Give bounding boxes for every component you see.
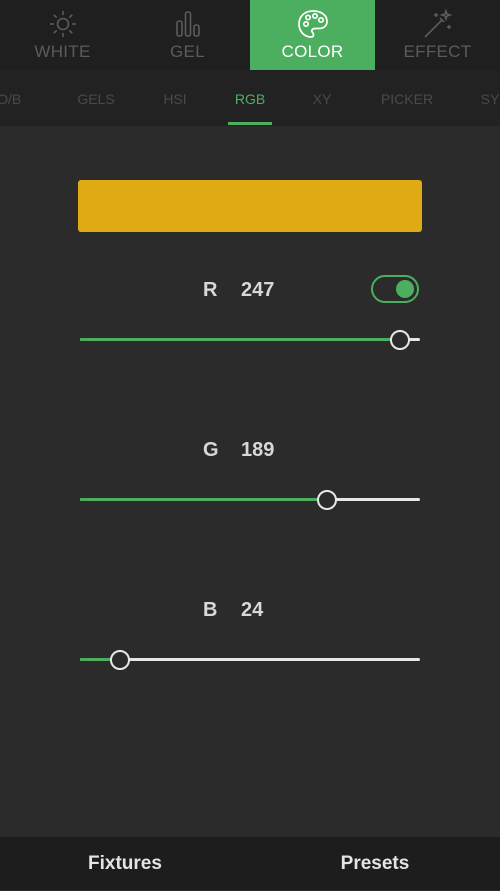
presets-button[interactable]: Presets xyxy=(250,837,500,890)
slider-fill xyxy=(80,338,400,341)
subtab-tob[interactable]: TO/B xyxy=(0,70,21,126)
slider-thumb[interactable] xyxy=(110,650,131,670)
slider-g[interactable] xyxy=(80,489,420,510)
slider-thumb[interactable] xyxy=(389,330,410,350)
slider-fill xyxy=(80,498,328,501)
channel-r-letter: R xyxy=(203,279,218,301)
channel-g-header: G 189 xyxy=(0,439,500,462)
tab-effect-label: EFFECT xyxy=(403,42,472,61)
channel-g-value: 189 xyxy=(241,439,275,461)
subtab-rgb[interactable]: RGB xyxy=(235,70,265,126)
channel-b-value: 24 xyxy=(241,599,264,621)
fixtures-button[interactable]: Fixtures xyxy=(0,837,250,890)
slider-track xyxy=(80,658,420,661)
tab-white[interactable]: WHITE xyxy=(0,0,125,70)
active-tab-underline xyxy=(228,122,272,125)
tab-color-label: COLOR xyxy=(281,42,344,61)
channel-r-value: 247 xyxy=(241,279,275,301)
subtab-gels[interactable]: GELS xyxy=(77,70,114,126)
bottom-bar: Fixtures Presets xyxy=(0,837,500,890)
channel-b-header: B 24 xyxy=(0,599,500,622)
magic-wand-icon xyxy=(422,9,454,39)
slider-thumb[interactable] xyxy=(317,490,338,510)
tab-color[interactable]: COLOR xyxy=(250,0,375,70)
subtab-picker[interactable]: PICKER xyxy=(381,70,433,126)
palette-icon xyxy=(297,9,329,39)
sun-icon xyxy=(48,9,78,39)
subtab-sy[interactable]: SY xyxy=(481,70,500,126)
channel-toggle[interactable] xyxy=(371,275,419,303)
toggle-knob xyxy=(396,280,414,298)
sub-tab-bar: TO/B GELS HSI RGB XY PICKER SY xyxy=(0,70,500,126)
tab-effect[interactable]: EFFECT xyxy=(375,0,500,70)
color-swatch xyxy=(78,180,422,232)
channel-g-letter: G xyxy=(203,439,219,461)
slider-r[interactable] xyxy=(80,329,420,350)
channel-b-letter: B xyxy=(203,599,218,621)
slider-b[interactable] xyxy=(80,649,420,670)
subtab-xy[interactable]: XY xyxy=(313,70,332,126)
channel-r-header: R 247 xyxy=(0,279,500,302)
mode-tab-bar: WHITE GEL COLOR EFFECT xyxy=(0,0,500,70)
tab-gel-label: GEL xyxy=(170,42,205,61)
bar-chart-icon xyxy=(173,9,203,39)
subtab-hsi[interactable]: HSI xyxy=(163,70,186,126)
tab-gel[interactable]: GEL xyxy=(125,0,250,70)
tab-white-label: WHITE xyxy=(34,42,91,61)
